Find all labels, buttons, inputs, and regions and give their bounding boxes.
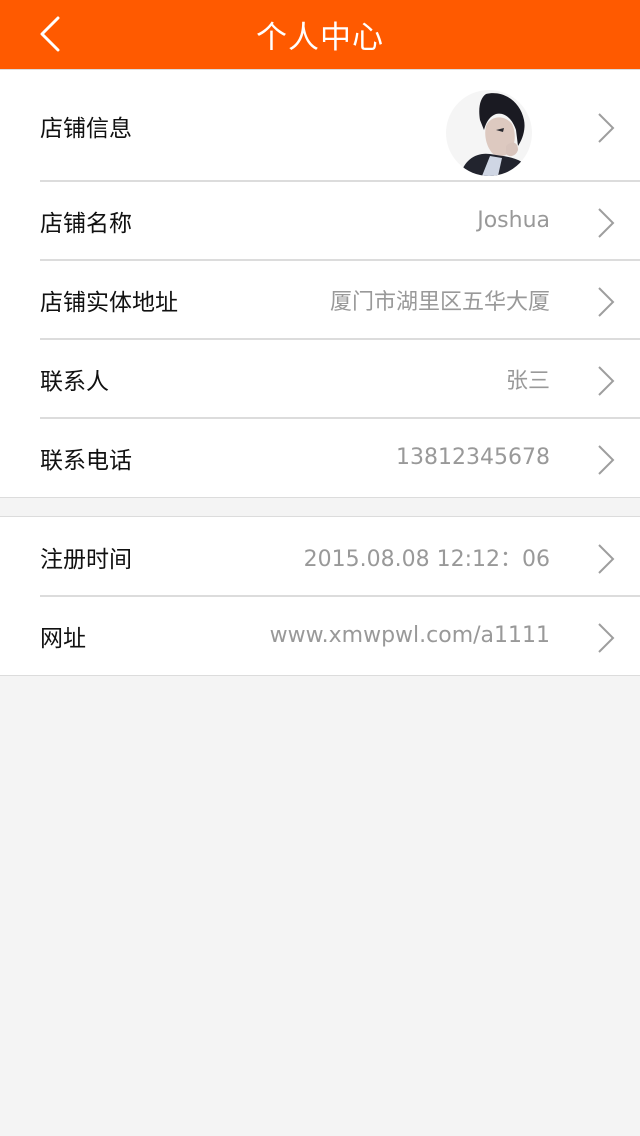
chevron-right-icon [598, 286, 615, 317]
row-value: 张三 [505, 368, 550, 394]
row-label: 店铺实体地址 [40, 289, 178, 316]
row-label: 注册时间 [40, 546, 132, 573]
row-shop-address[interactable]: 店铺实体地址 厦门市湖里区五华大厦 [0, 259, 640, 339]
chevron-right-icon [598, 365, 615, 396]
row-contact-person[interactable]: 联系人 张三 [0, 338, 640, 418]
account-info-group: 注册时间 2015.08.08 12:12：06 网址 www.xmwpwl.c… [0, 516, 640, 676]
chevron-left-icon [40, 16, 60, 52]
back-button[interactable] [30, 14, 70, 54]
row-value: Joshua [477, 208, 550, 233]
chevron-right-icon [598, 543, 615, 574]
row-value: www.xmwpwl.com/a1111 [269, 623, 550, 648]
row-value: 厦门市湖里区五华大厦 [329, 289, 550, 315]
chevron-right-icon [598, 622, 615, 653]
avatar[interactable] [446, 90, 532, 176]
shop-info-group: 店铺信息 店铺名称 Joshua 店铺实体地址 厦门市湖里区五华大厦 联系人 张… [0, 69, 640, 498]
row-register-time[interactable]: 注册时间 2015.08.08 12:12：06 [0, 517, 640, 596]
row-contact-phone[interactable]: 联系电话 13812345678 [0, 417, 640, 497]
row-label: 联系电话 [40, 447, 132, 474]
row-value: 13812345678 [396, 445, 550, 470]
row-label: 店铺名称 [40, 210, 132, 237]
page-title: 个人中心 [256, 20, 384, 56]
chevron-right-icon [598, 207, 615, 238]
avatar-image [446, 90, 532, 176]
row-website[interactable]: 网址 www.xmwpwl.com/a1111 [0, 595, 640, 675]
chevron-right-icon [598, 112, 615, 143]
row-value: 2015.08.08 12:12：06 [303, 546, 550, 572]
row-label: 联系人 [40, 368, 109, 395]
row-shop-name[interactable]: 店铺名称 Joshua [0, 180, 640, 260]
row-label: 网址 [40, 625, 86, 652]
app-header: 个人中心 [0, 0, 640, 69]
chevron-right-icon [598, 444, 615, 475]
row-label: 店铺信息 [40, 115, 132, 142]
row-shop-info[interactable]: 店铺信息 [0, 70, 640, 181]
